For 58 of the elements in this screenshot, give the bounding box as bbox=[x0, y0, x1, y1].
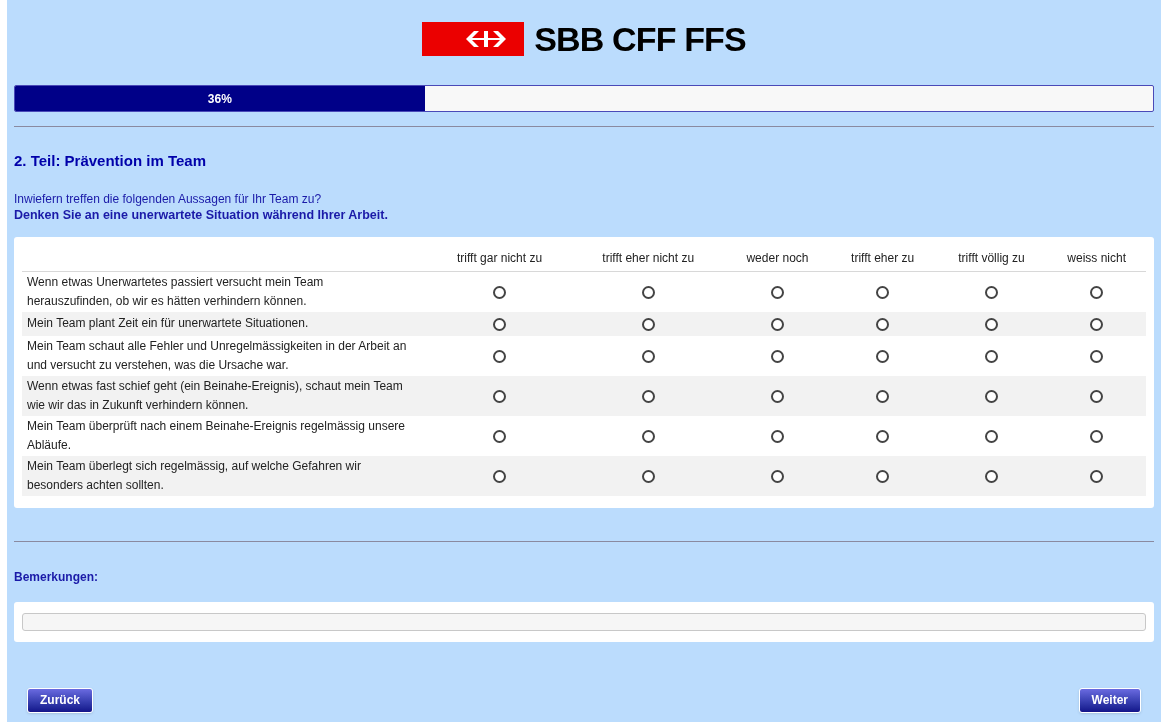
radio-button[interactable] bbox=[1090, 286, 1104, 299]
radio-button[interactable] bbox=[876, 430, 890, 443]
statement-text: Mein Team schaut alle Fehler und Unregelmässigkeiten in der Arbeit an und versucht zu verstehen, was die Ursache war. bbox=[22, 335, 428, 376]
radio-button[interactable] bbox=[876, 390, 890, 403]
radio-button[interactable] bbox=[985, 390, 998, 403]
radio-button[interactable] bbox=[771, 350, 784, 363]
next-button[interactable]: Weiter bbox=[1078, 687, 1141, 713]
radio-button[interactable] bbox=[771, 430, 784, 443]
radio-button[interactable] bbox=[493, 286, 507, 299]
column-header: trifft gar nicht zu bbox=[428, 244, 572, 272]
radio-button[interactable] bbox=[641, 390, 655, 403]
radio-button[interactable] bbox=[985, 318, 998, 331]
statement-text: Mein Team plant Zeit ein für unerwartete Situationen. bbox=[22, 311, 428, 336]
radio-button[interactable] bbox=[771, 390, 784, 403]
radio-button[interactable] bbox=[641, 286, 655, 299]
logo-text: SBB CFF FFS bbox=[534, 22, 746, 56]
logo-icon bbox=[422, 22, 525, 56]
section-title: 2. Teil: Prävention im Team bbox=[14, 152, 207, 171]
radio-button[interactable] bbox=[1090, 318, 1104, 331]
radio-button[interactable] bbox=[641, 430, 655, 443]
radio-button[interactable] bbox=[1090, 470, 1104, 483]
radio-button[interactable] bbox=[493, 350, 507, 363]
radio-button[interactable] bbox=[876, 350, 890, 363]
radio-button[interactable] bbox=[641, 470, 655, 483]
radio-button[interactable] bbox=[1090, 430, 1104, 443]
radio-button[interactable] bbox=[493, 390, 507, 403]
radio-button[interactable] bbox=[771, 318, 784, 331]
radio-button[interactable] bbox=[771, 470, 784, 483]
column-header: trifft völlig zu bbox=[935, 244, 1048, 272]
radio-button[interactable] bbox=[641, 318, 655, 331]
radio-button[interactable] bbox=[1090, 350, 1104, 363]
remarks-label: Bemerkungen: bbox=[14, 568, 100, 586]
column-header: trifft eher nicht zu bbox=[571, 244, 726, 272]
radio-button[interactable] bbox=[493, 318, 507, 331]
radio-button[interactable] bbox=[985, 430, 998, 443]
column-header: weder noch bbox=[725, 244, 830, 272]
radio-button[interactable] bbox=[876, 318, 890, 331]
back-button[interactable]: Zurück bbox=[27, 687, 93, 713]
radio-button[interactable] bbox=[493, 470, 507, 483]
statement-text: Wenn etwas Unerwartetes passiert versucht mein Team herauszufinden, ob wir es hätten verhindern können. bbox=[22, 271, 428, 312]
column-header: weiss nicht bbox=[1047, 244, 1146, 272]
radio-button[interactable] bbox=[1090, 390, 1104, 403]
remarks-field[interactable] bbox=[22, 612, 1146, 631]
column-header: trifft eher zu bbox=[829, 244, 936, 272]
radio-button[interactable] bbox=[641, 350, 655, 363]
statement-text: Mein Team überlegt sich regelmässig, auf welche Gefahren wir besonders achten sollten. bbox=[22, 455, 428, 496]
radio-button[interactable] bbox=[493, 430, 507, 443]
radio-button[interactable] bbox=[985, 470, 998, 483]
question-text: Inwiefern treffen die folgenden Aussagen für Ihr Team zu? bbox=[14, 190, 323, 207]
progress-label: 36% bbox=[207, 90, 232, 108]
statement-text: Mein Team überprüft nach einem Beinahe-Ereignis regelmässig unsere Abläufe. bbox=[22, 415, 428, 456]
radio-button[interactable] bbox=[985, 350, 998, 363]
radio-button[interactable] bbox=[876, 286, 890, 299]
statement-text: Wenn etwas fast schief geht (ein Beinahe-Ereignis), schaut mein Team wie wir das in Zukunft verhindern können. bbox=[22, 375, 428, 416]
radio-button[interactable] bbox=[771, 286, 784, 299]
radio-button[interactable] bbox=[985, 286, 998, 299]
instruction-text: Denken Sie an eine unerwartete Situation während Ihrer Arbeit. bbox=[14, 206, 389, 223]
radio-button[interactable] bbox=[876, 470, 890, 483]
